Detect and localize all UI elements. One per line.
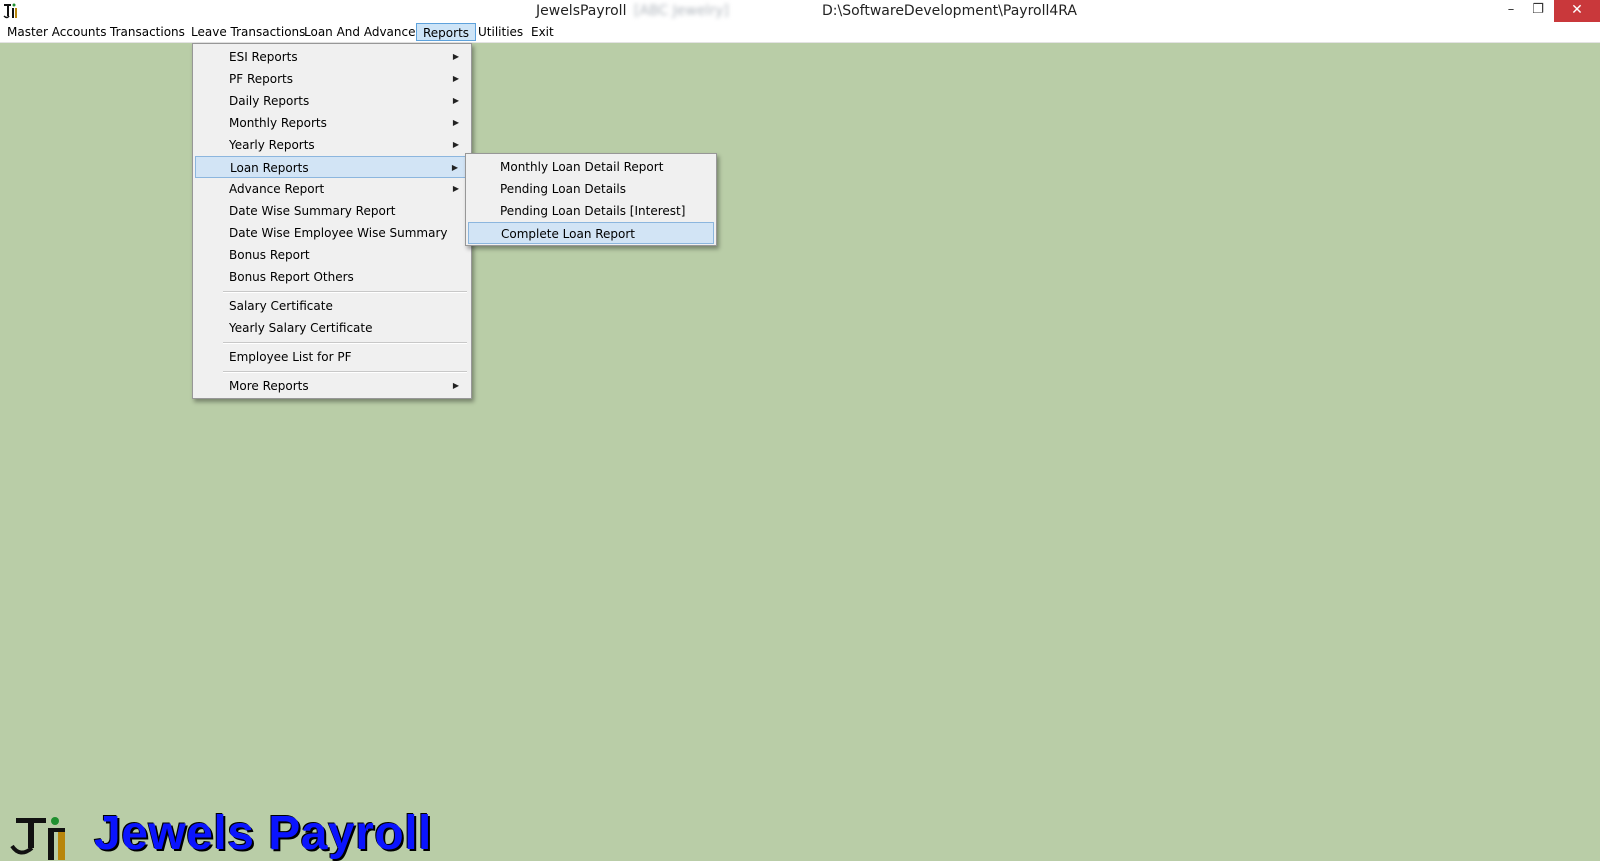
- submenu-arrow-icon: ▶: [452, 381, 459, 390]
- menu-separator: [223, 291, 467, 293]
- menu-item-complete-loan-report[interactable]: Complete Loan Report: [468, 222, 714, 244]
- menu-item-label: Advance Report: [229, 182, 325, 196]
- menu-item-date-wise-employee-wise-summary[interactable]: Date Wise Employee Wise Summary: [195, 222, 469, 244]
- menu-item-pending-loan-details[interactable]: Pending Loan Details: [468, 178, 714, 200]
- menu-item-label: Daily Reports: [229, 94, 310, 108]
- menu-item-bonus-report[interactable]: Bonus Report: [195, 244, 469, 266]
- menu-leave-transactions[interactable]: Leave Transactions: [185, 23, 311, 41]
- menu-exit[interactable]: Exit: [525, 23, 560, 41]
- menu-item-yearly-reports[interactable]: Yearly Reports ▶: [195, 134, 469, 156]
- title-bar: JewelsPayroll [ABC Jewelry] D:\SoftwareD…: [0, 0, 1600, 22]
- brand-logo-area: Jewels Payroll: [10, 807, 440, 860]
- menu-item-label: ESI Reports: [229, 50, 298, 64]
- menu-item-daily-reports[interactable]: Daily Reports ▶: [195, 90, 469, 112]
- submenu-arrow-icon: ▶: [452, 184, 459, 193]
- menu-item-loan-reports[interactable]: Loan Reports ▶: [195, 156, 469, 178]
- menu-item-employee-list-for-pf[interactable]: Employee List for PF: [195, 346, 469, 368]
- menu-separator: [223, 371, 467, 373]
- submenu-arrow-icon: ▶: [452, 96, 459, 105]
- window-title: JewelsPayroll: [536, 3, 627, 19]
- menu-separator: [223, 342, 467, 344]
- submenu-arrow-icon: ▶: [451, 163, 458, 172]
- submenu-arrow-icon: ▶: [452, 118, 459, 127]
- submenu-arrow-icon: ▶: [452, 140, 459, 149]
- menu-item-label: More Reports: [229, 379, 309, 393]
- menu-item-label: Yearly Reports: [229, 138, 315, 152]
- menu-reports[interactable]: Reports: [416, 23, 477, 41]
- menu-item-monthly-reports[interactable]: Monthly Reports ▶: [195, 112, 469, 134]
- loan-reports-submenu: Monthly Loan Detail Report Pending Loan …: [465, 153, 717, 246]
- menu-item-pf-reports[interactable]: PF Reports ▶: [195, 68, 469, 90]
- reports-menu: ESI Reports ▶ PF Reports ▶ Daily Reports…: [192, 43, 472, 399]
- menu-item-label: PF Reports: [229, 72, 293, 86]
- menu-item-date-wise-summary-report[interactable]: Date Wise Summary Report: [195, 200, 469, 222]
- app-icon[interactable]: [3, 2, 19, 20]
- menu-transactions[interactable]: Transactions: [104, 23, 191, 41]
- menu-loan-and-advances[interactable]: Loan And Advances: [298, 23, 428, 41]
- menu-master-accounts[interactable]: Master Accounts: [1, 23, 113, 41]
- window-path: D:\SoftwareDevelopment\Payroll4RA: [822, 3, 1078, 19]
- brand-text: Jewels Payroll: [94, 807, 432, 860]
- restore-button[interactable]: ❐: [1518, 0, 1558, 22]
- jewels-payroll-logo-icon: [10, 817, 65, 860]
- menu-utilities[interactable]: Utilities: [472, 23, 529, 41]
- menu-item-advance-report[interactable]: Advance Report ▶: [195, 178, 469, 200]
- menu-item-more-reports[interactable]: More Reports ▶: [195, 375, 469, 397]
- menu-bar: Master Accounts Transactions Leave Trans…: [0, 22, 1600, 43]
- menu-item-label: Monthly Reports: [229, 116, 327, 130]
- menu-item-bonus-report-others[interactable]: Bonus Report Others: [195, 266, 469, 288]
- company-name: [ABC Jewelry]: [634, 3, 729, 19]
- menu-item-monthly-loan-detail-report[interactable]: Monthly Loan Detail Report: [468, 156, 714, 178]
- close-button[interactable]: ✕: [1554, 0, 1600, 22]
- menu-item-salary-certificate[interactable]: Salary Certificate: [195, 295, 469, 317]
- submenu-arrow-icon: ▶: [452, 52, 459, 61]
- submenu-arrow-icon: ▶: [452, 74, 459, 83]
- menu-item-label: Loan Reports: [230, 161, 309, 175]
- menu-item-esi-reports[interactable]: ESI Reports ▶: [195, 46, 469, 68]
- menu-item-pending-loan-details-interest[interactable]: Pending Loan Details [Interest]: [468, 200, 714, 222]
- menu-item-yearly-salary-certificate[interactable]: Yearly Salary Certificate: [195, 317, 469, 339]
